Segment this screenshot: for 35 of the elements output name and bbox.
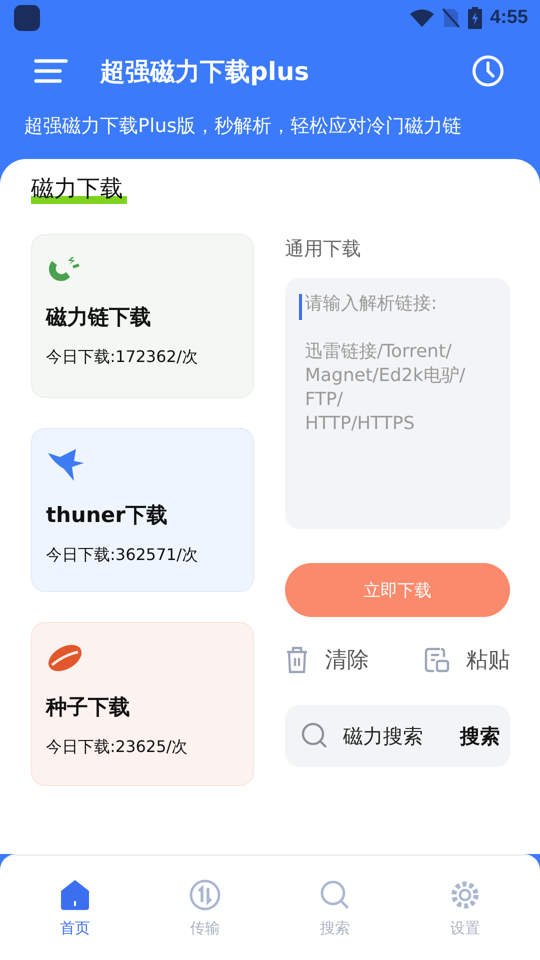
no-sim-icon — [442, 8, 460, 28]
card-title: 磁力链下载 — [46, 304, 152, 331]
settings-icon — [449, 878, 481, 910]
app-subtitle: 超强磁力下载Plus版，秒解析，轻松应对冷门磁力链 — [23, 114, 463, 139]
search-bar[interactable]: 磁力搜索 搜索 — [285, 705, 510, 767]
menu-icon[interactable] — [34, 58, 68, 84]
bird-icon — [46, 447, 86, 483]
history-icon[interactable] — [472, 55, 504, 87]
transfer-icon — [189, 878, 221, 910]
search-button[interactable]: 搜索 — [460, 722, 500, 750]
home-icon — [58, 878, 92, 910]
clock-time: 4:55 — [490, 7, 528, 29]
download-count: 今日下载:362571/次 — [46, 545, 199, 566]
search-icon — [301, 722, 329, 750]
nav-tab[interactable]: 首页 — [30, 878, 120, 938]
wifi-icon — [410, 9, 434, 27]
general-download-label: 通用下载 — [285, 237, 362, 262]
app-icon — [14, 5, 40, 31]
card-title: 种子下载 — [46, 694, 131, 721]
search-icon — [319, 878, 351, 910]
download-card[interactable]: 种子下载 今日下载:23625/次 — [31, 622, 254, 786]
download-count: 今日下载:172362/次 — [46, 347, 199, 368]
text-cursor — [299, 294, 302, 320]
link-input-field[interactable]: 请输入解析链接: 迅雷链接/Torrent/ Magnet/Ed2k电驴/ FTP/ HTTP/HTTPS — [285, 278, 510, 529]
battery-icon — [468, 7, 482, 29]
action-button[interactable]: 粘贴 — [424, 645, 510, 675]
trash-icon — [285, 646, 309, 674]
search-label: 磁力搜索 — [343, 722, 424, 750]
app-title: 超强磁力下载plus — [100, 56, 310, 88]
download-card[interactable]: thuner下载 今日下载:362571/次 — [31, 428, 254, 592]
clipboard-icon — [424, 647, 450, 673]
download-count: 今日下载:23625/次 — [46, 737, 189, 758]
card-title: thuner下载 — [46, 502, 168, 529]
action-button[interactable]: 清除 — [285, 645, 369, 675]
download-card[interactable]: 磁力链下载 今日下载:172362/次 — [31, 234, 254, 398]
